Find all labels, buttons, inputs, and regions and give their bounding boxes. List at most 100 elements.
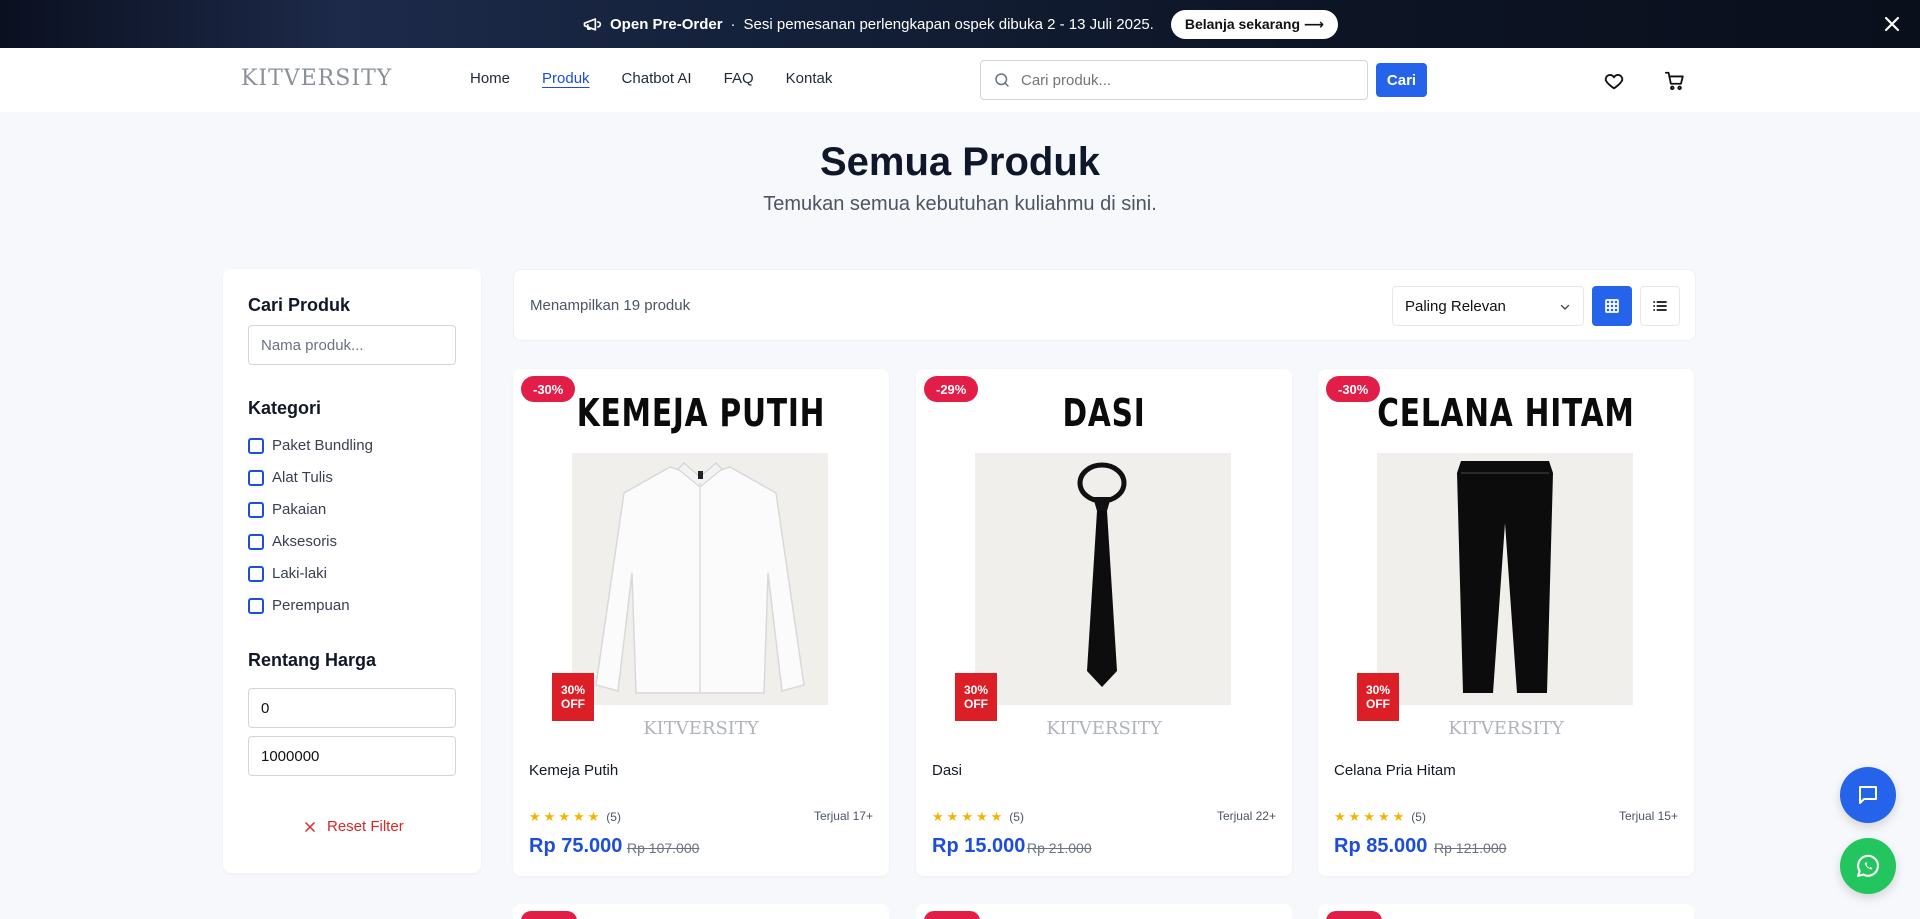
checkbox[interactable] <box>248 565 264 582</box>
whatsapp-button[interactable] <box>1840 838 1896 894</box>
product-card-partial[interactable] <box>1318 904 1694 919</box>
close-icon <box>305 821 315 832</box>
off-sticker: 30% OFF <box>552 673 594 721</box>
rating-count: (5) <box>1411 810 1426 824</box>
category-label: Perempuan <box>272 597 350 614</box>
checkbox[interactable] <box>248 597 264 614</box>
image-title-text: DASI <box>1062 391 1146 435</box>
grid-view-icon <box>1605 299 1619 313</box>
star-icon: ★ <box>1348 809 1361 824</box>
checkbox[interactable] <box>248 437 264 454</box>
search-button[interactable]: Cari <box>1376 63 1427 97</box>
nav-link-faq[interactable]: FAQ <box>724 70 754 87</box>
discount-badge: -30% <box>521 376 576 402</box>
grid-view-button[interactable] <box>1592 286 1632 326</box>
logo[interactable]: KITVERSITY <box>241 66 392 91</box>
off-percent: 30% <box>963 683 989 697</box>
product-image[interactable]: DASI 30% OFF KITVERSITY -29% <box>916 369 1292 745</box>
price-heading: Rentang Harga <box>248 650 377 670</box>
old-price: Rp 21.000 <box>1027 840 1092 856</box>
discount-badge <box>924 911 980 919</box>
product-card[interactable]: DASI 30% OFF KITVERSITY -29% Dasi ★ ★ ★ ★ ★ (… <box>916 369 1292 876</box>
product-name-input[interactable] <box>248 325 456 365</box>
star-icon: ★ <box>1392 809 1405 824</box>
star-icon: ★ <box>975 809 988 824</box>
off-label: OFF <box>964 697 988 711</box>
category-aksesoris[interactable]: Aksesoris <box>248 533 337 550</box>
star-icon: ★ <box>1334 809 1346 824</box>
category-label: Aksesoris <box>272 533 338 550</box>
sold-count: Terjual 15+ <box>1618 809 1678 823</box>
rating-count: (5) <box>606 810 621 824</box>
reset-filter-button[interactable]: Reset Filter <box>303 818 404 835</box>
rating: ★ ★ ★ ★ ★ (5) <box>932 809 1024 825</box>
product-name[interactable]: Kemeja Putih <box>529 762 618 779</box>
reset-filter-label: Reset Filter <box>327 818 404 835</box>
search-input[interactable] <box>1021 71 1351 89</box>
chat-button[interactable] <box>1840 767 1896 823</box>
announcement-bar: Open Pre-Order · Sesi pemesanan perlengk… <box>0 0 1920 48</box>
nav-link-kontak[interactable]: Kontak <box>786 70 833 87</box>
category-pakaian[interactable]: Pakaian <box>248 501 326 518</box>
category-alat-tulis[interactable]: Alat Tulis <box>248 469 333 486</box>
search-box <box>980 60 1368 100</box>
product-image[interactable]: CELANA HITAM 30% OFF KITVERSITY -30% <box>1318 369 1694 745</box>
category-perempuan[interactable]: Perempuan <box>248 597 350 614</box>
rating-count: (5) <box>1009 810 1024 824</box>
discount-badge: -29% <box>924 376 979 402</box>
price: Rp 85.000 <box>1334 835 1428 857</box>
whatsapp-icon <box>1857 854 1879 877</box>
nav-link-chatbot[interactable]: Chatbot AI <box>622 70 692 87</box>
off-percent: 30% <box>560 683 586 697</box>
category-label: Alat Tulis <box>272 469 333 486</box>
product-count: Menampilkan 19 produk <box>530 297 691 314</box>
product-image[interactable]: KEMEJA PUTIH 30% OFF KITVERSITY -30% <box>513 369 889 745</box>
checkbox[interactable] <box>248 501 264 518</box>
heart-icon[interactable] <box>1603 70 1625 92</box>
shop-now-button[interactable]: Belanja sekarang ⟶ <box>1170 9 1338 39</box>
megaphone-icon <box>583 18 602 31</box>
price-min-input[interactable] <box>248 688 456 728</box>
star-icon: ★ <box>572 809 585 824</box>
discount-badge <box>521 911 577 919</box>
category-laki-laki[interactable]: Laki-laki <box>248 565 327 582</box>
sort-select[interactable]: Paling Relevan <box>1392 286 1584 326</box>
price-max-input[interactable] <box>248 736 456 776</box>
list-view-icon <box>1653 301 1667 311</box>
nav-links: Home Produk Chatbot AI FAQ Kontak <box>470 70 832 87</box>
category-heading: Kategori <box>248 398 322 418</box>
rating: ★ ★ ★ ★ ★ (5) <box>1334 809 1426 825</box>
search-heading: Cari Produk <box>248 295 351 315</box>
off-percent: 30% <box>1365 683 1391 697</box>
pants-image <box>1457 461 1553 693</box>
discount-badge <box>1326 911 1382 919</box>
star-icon: ★ <box>543 809 556 824</box>
product-name[interactable]: Dasi <box>932 762 962 779</box>
shirt-image <box>595 462 805 694</box>
star-icon: ★ <box>961 809 973 824</box>
list-view-button[interactable] <box>1640 286 1680 326</box>
product-card[interactable]: KEMEJA PUTIH 30% OFF KITVERSITY -30% Keme… <box>513 369 889 876</box>
image-title-text: CELANA HITAM <box>1377 391 1635 435</box>
announcement-message: Sesi pemesanan perlengkapan ospek dibuka… <box>743 15 1154 33</box>
checkbox[interactable] <box>248 533 264 550</box>
nav-link-home[interactable]: Home <box>470 70 510 87</box>
announcement-separator: · <box>730 15 736 33</box>
close-icon[interactable] <box>1880 12 1904 36</box>
category-paket-bundling[interactable]: Paket Bundling <box>248 437 373 454</box>
chevron-down-icon <box>1560 304 1570 310</box>
product-card[interactable]: CELANA HITAM 30% OFF KITVERSITY -30% Cela… <box>1318 369 1694 876</box>
results-toolbar: Menampilkan 19 produk Paling Relevan <box>513 269 1696 341</box>
discount-badge: -30% <box>1326 376 1381 402</box>
product-name[interactable]: Celana Pria Hitam <box>1334 762 1456 779</box>
checkbox[interactable] <box>248 469 264 486</box>
product-card-partial[interactable] <box>513 904 889 919</box>
product-photo <box>572 453 828 705</box>
tie-image <box>1077 462 1127 687</box>
category-label: Laki-laki <box>272 565 328 582</box>
product-photo <box>975 453 1231 705</box>
product-card-partial[interactable] <box>916 904 1292 919</box>
nav-link-produk[interactable]: Produk <box>542 70 590 87</box>
price: Rp 15.000 <box>932 835 1026 857</box>
cart-icon[interactable] <box>1664 70 1686 92</box>
